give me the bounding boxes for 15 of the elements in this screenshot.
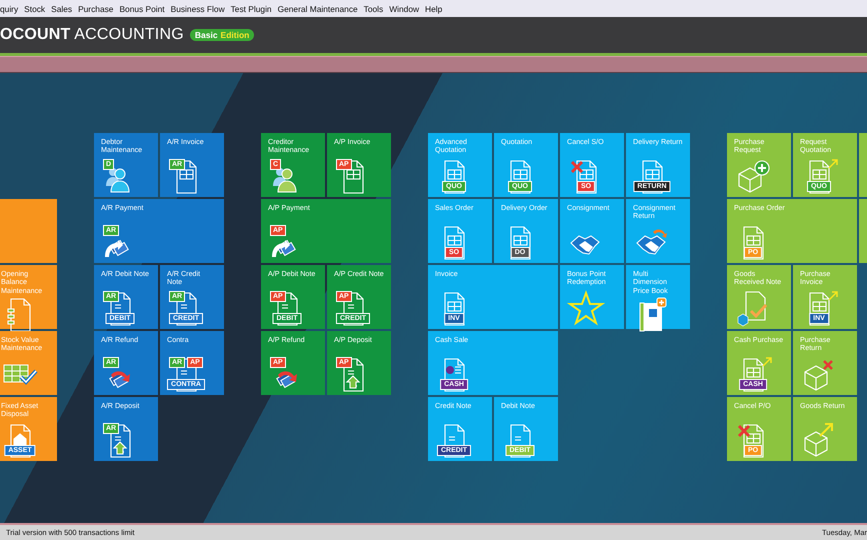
menu-item[interactable]: Test Plugin bbox=[230, 4, 272, 14]
menu-item[interactable]: General Maintenance bbox=[278, 4, 358, 14]
menu-item[interactable]: Bonus Point bbox=[119, 4, 165, 14]
edition-badge: Basic Edition bbox=[190, 29, 254, 41]
menu-item[interactable]: Stock bbox=[24, 4, 46, 14]
star-icon bbox=[567, 289, 605, 327]
menu-item[interactable]: Window bbox=[389, 4, 420, 14]
menu-tile[interactable] bbox=[0, 199, 57, 263]
menu-item[interactable]: Business Flow bbox=[170, 4, 225, 14]
product-name: OCOUNT ACCOUNTING bbox=[0, 26, 184, 44]
menu-item[interactable]: Purchase bbox=[78, 4, 114, 14]
menu-item[interactable]: quiry bbox=[0, 4, 18, 14]
menu-item[interactable]: Help bbox=[425, 4, 442, 14]
menu-item[interactable]: Sales bbox=[51, 4, 72, 14]
menu-item[interactable]: Tools bbox=[364, 4, 384, 14]
